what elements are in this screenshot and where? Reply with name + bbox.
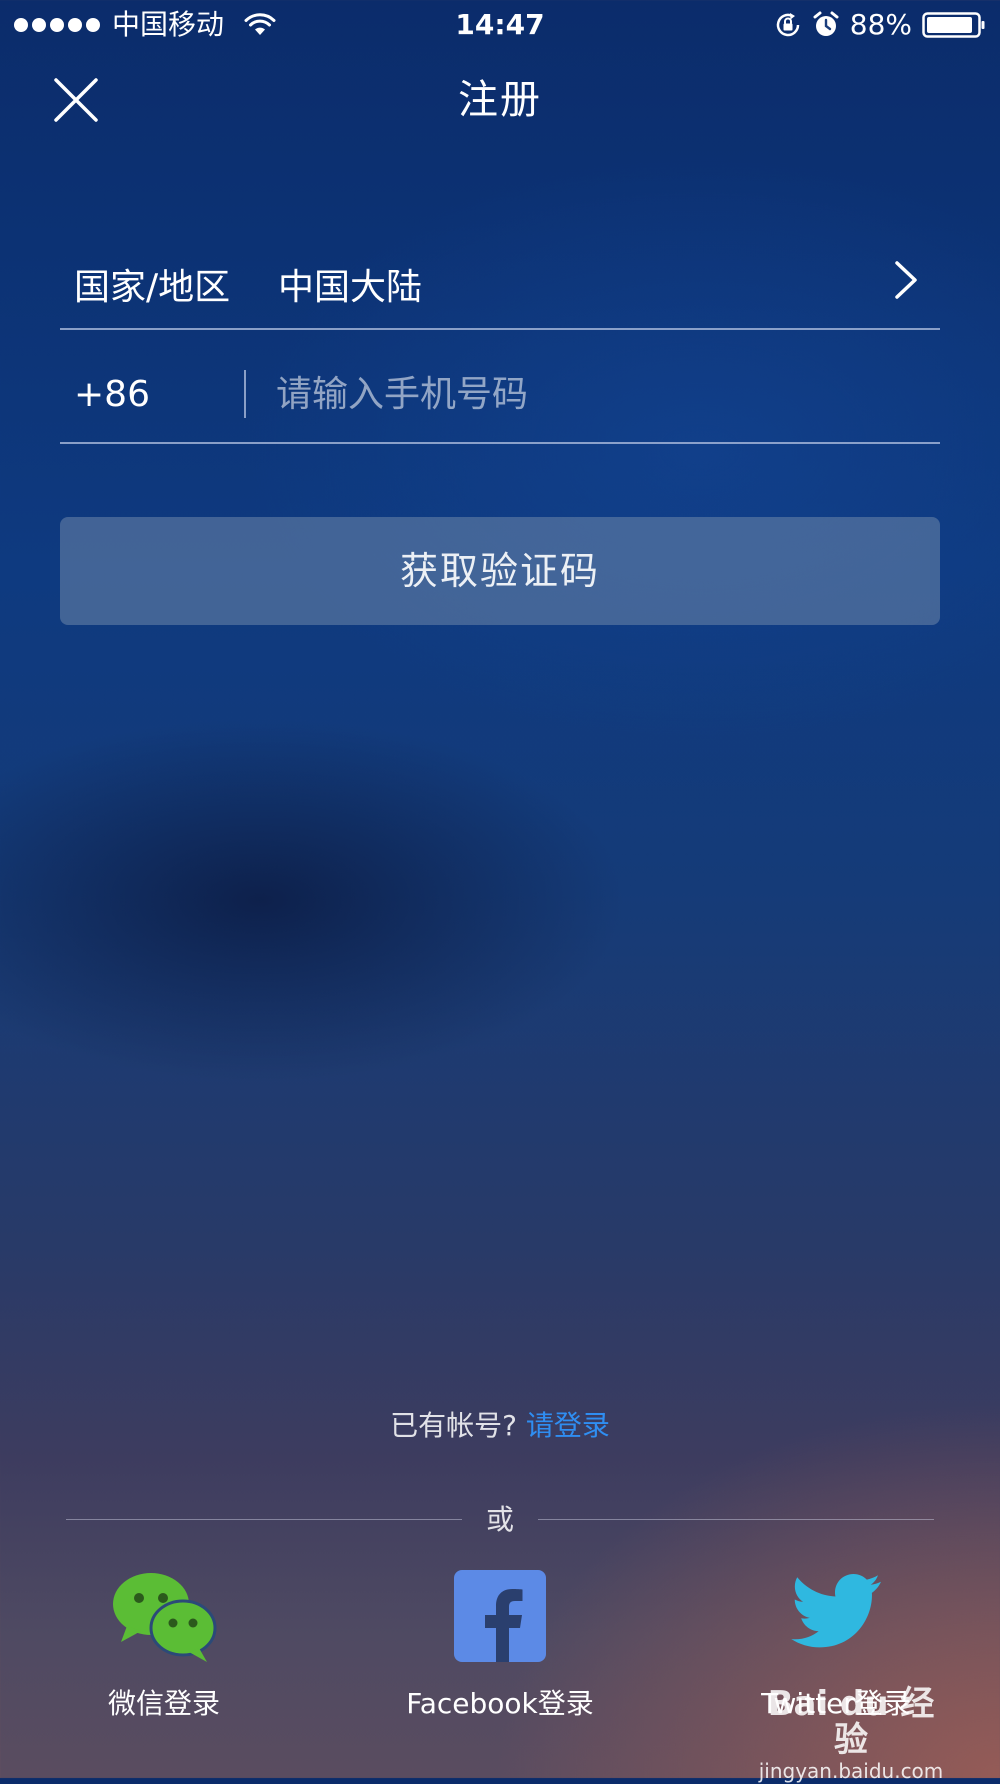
header: 注册 xyxy=(0,60,1000,140)
country-selector[interactable]: 国家/地区 中国大陆 xyxy=(60,230,940,330)
login-hint-text: 已有帐号? xyxy=(390,1409,517,1442)
login-link[interactable]: 请登录 xyxy=(526,1409,610,1442)
chevron-right-icon xyxy=(895,261,917,299)
phone-row: +86 xyxy=(60,346,940,444)
login-hint: 已有帐号? 请登录 xyxy=(0,1404,1000,1444)
facebook-login-button[interactable]: Facebook登录 xyxy=(380,1568,620,1720)
status-right: 88% xyxy=(774,0,986,50)
twitter-icon xyxy=(791,1574,881,1648)
wechat-icon xyxy=(113,1573,217,1662)
phone-number-input[interactable] xyxy=(276,364,916,424)
or-text: 或 xyxy=(485,1503,514,1536)
wechat-login-label: 微信登录 xyxy=(107,1687,220,1720)
alarm-icon xyxy=(813,11,839,36)
country-code: +86 xyxy=(74,374,150,415)
facebook-icon xyxy=(454,1570,546,1662)
battery-percentage: 88% xyxy=(849,8,912,41)
status-bar: 中国移动 14:47 88% xyxy=(0,0,1000,50)
page-title: 注册 xyxy=(458,77,542,123)
rotation-lock-icon xyxy=(776,13,800,37)
get-verification-code-button[interactable]: 获取验证码 xyxy=(60,517,940,625)
baidu-jingyan-logo: Bai du 经验 xyxy=(767,1684,935,1760)
country-label: 国家/地区 xyxy=(74,267,231,308)
watermark-url: jingyan.baidu.com xyxy=(758,1759,944,1783)
battery-icon xyxy=(922,12,985,38)
wechat-login-button[interactable]: 微信登录 xyxy=(44,1568,284,1720)
or-divider: 或 xyxy=(66,1500,934,1540)
baidu-watermark: Bai du 经验 jingyan.baidu.com xyxy=(756,1686,946,1784)
phone-divider xyxy=(244,370,246,418)
facebook-login-label: Facebook登录 xyxy=(406,1687,594,1720)
country-value: 中国大陆 xyxy=(278,267,423,308)
